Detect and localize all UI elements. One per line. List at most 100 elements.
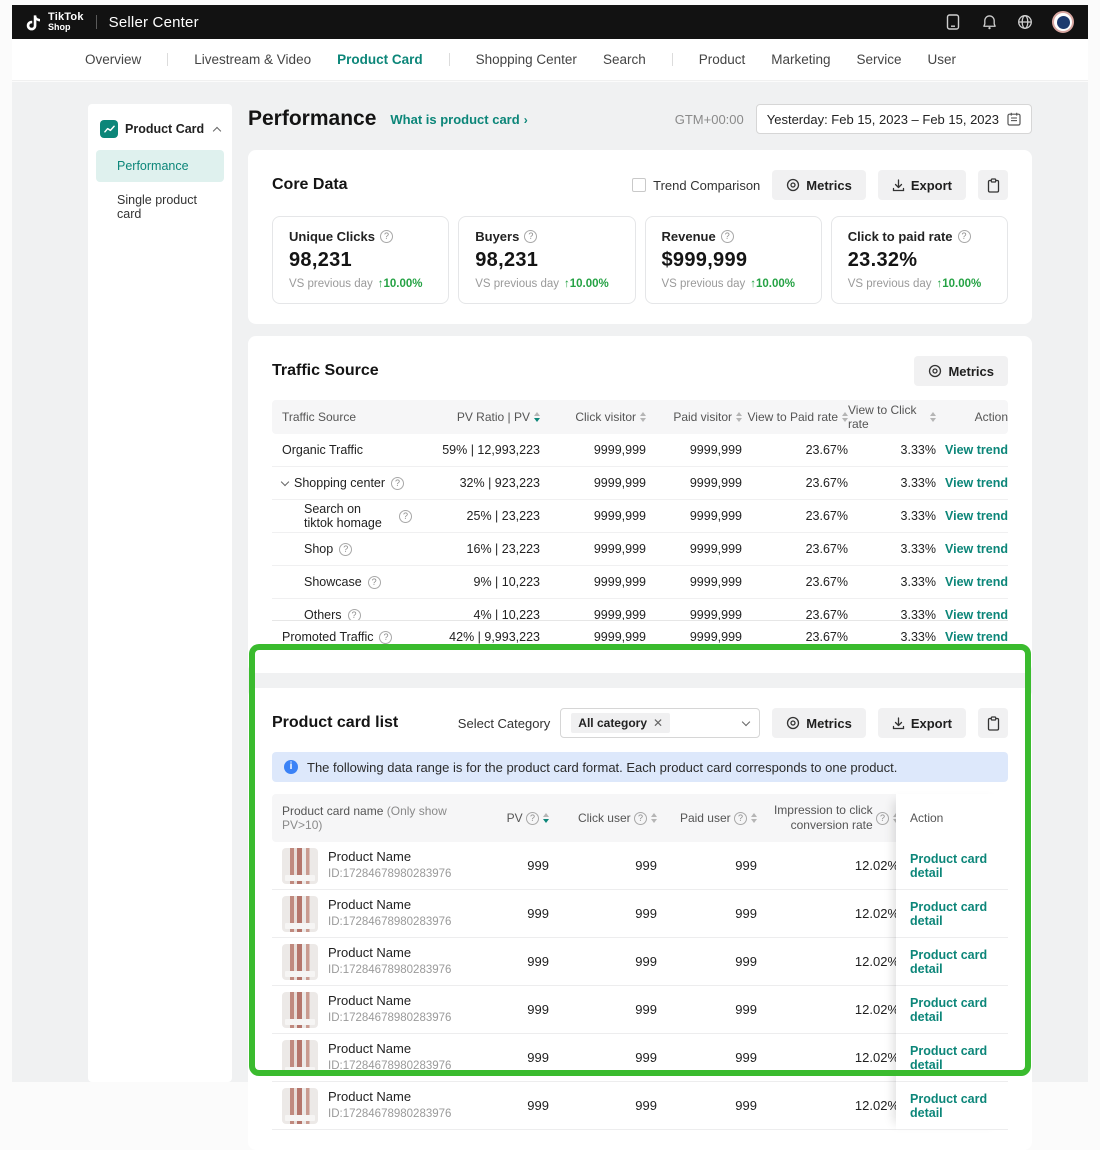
info-banner-text: The following data range is for the prod…: [307, 760, 897, 775]
product-card-detail-link[interactable]: Product card detail: [910, 948, 1008, 976]
info-icon: i: [284, 760, 298, 774]
column-pv[interactable]: PV ?: [487, 811, 549, 825]
view-trend-link[interactable]: View trend: [945, 575, 1008, 589]
sidebar-item-performance[interactable]: Performance: [96, 150, 224, 182]
info-banner: i The following data range is for the pr…: [272, 752, 1008, 782]
help-icon[interactable]: ?: [348, 609, 361, 621]
what-is-product-card-link[interactable]: What is product card›: [390, 112, 527, 127]
calendar-icon: [1007, 112, 1021, 126]
date-range-value: Yesterday: Feb 15, 2023 – Feb 15, 2023: [767, 112, 999, 127]
trend-comparison-checkbox[interactable]: Trend Comparison: [632, 178, 760, 193]
help-icon[interactable]: ?: [399, 510, 412, 523]
column-click-visitor[interactable]: Click visitor: [540, 410, 646, 424]
nav-product-card[interactable]: Product Card: [337, 52, 423, 67]
timezone-label: GTM+00:00: [675, 112, 744, 127]
nav-marketing[interactable]: Marketing: [771, 52, 830, 67]
help-icon[interactable]: ?: [958, 230, 971, 243]
mobile-app-icon[interactable]: [944, 13, 962, 31]
expand-chevron-icon[interactable]: [281, 478, 289, 486]
nav-user[interactable]: User: [928, 52, 957, 67]
nav-product[interactable]: Product: [699, 52, 746, 67]
chevron-down-icon: [742, 718, 750, 726]
select-category-label: Select Category: [458, 716, 551, 731]
core-data-section: Core Data Trend Comparison Metrics Ex: [248, 150, 1032, 324]
nav-livestream-video[interactable]: Livestream & Video: [194, 52, 311, 67]
view-trend-link[interactable]: View trend: [945, 630, 1008, 644]
main-content: Performance What is product card› GTM+00…: [248, 104, 1032, 1082]
table-row-promoted-traffic: Promoted Traffic? 42% | 9,993,223 9999,9…: [272, 620, 1008, 653]
view-trend-link[interactable]: View trend: [945, 542, 1008, 556]
traffic-source-title: Traffic Source: [272, 362, 379, 380]
nav-overview[interactable]: Overview: [85, 52, 141, 67]
copy-clipboard-button[interactable]: [978, 170, 1008, 200]
metrics-button[interactable]: Metrics: [772, 708, 866, 738]
category-select[interactable]: All category✕: [560, 708, 760, 738]
product-image: [282, 1040, 318, 1076]
help-icon[interactable]: ?: [634, 812, 647, 825]
help-icon[interactable]: ?: [524, 230, 537, 243]
column-impression-to-click[interactable]: Impression to clickconversion rate ?: [757, 803, 899, 833]
nav-service[interactable]: Service: [857, 52, 902, 67]
help-icon[interactable]: ?: [379, 631, 392, 644]
delta-up-value: ↑10.00%: [378, 278, 423, 290]
copy-clipboard-button[interactable]: [978, 708, 1008, 738]
help-icon[interactable]: ?: [721, 230, 734, 243]
product-image: [282, 848, 318, 884]
help-icon[interactable]: ?: [368, 576, 381, 589]
account-avatar[interactable]: [1052, 11, 1074, 33]
help-icon[interactable]: ?: [876, 812, 889, 825]
column-view-to-paid-rate[interactable]: View to Paid rate: [742, 410, 848, 424]
app-title: Seller Center: [109, 14, 199, 31]
export-button[interactable]: Export: [878, 708, 966, 738]
table-row: Organic Traffic 59% | 12,993,223 9999,99…: [272, 434, 1008, 467]
sidebar-section-product-card[interactable]: Product Card: [96, 118, 224, 150]
nav-divider: [672, 53, 673, 66]
sidebar-item-single-product-card[interactable]: Single product card: [96, 184, 224, 230]
delta-up-value: ↑10.00%: [937, 278, 982, 290]
column-paid-user[interactable]: Paid user ?: [657, 811, 757, 825]
nav-search[interactable]: Search: [603, 52, 646, 67]
date-range-picker[interactable]: Yesterday: Feb 15, 2023 – Feb 15, 2023: [756, 104, 1032, 134]
chevron-right-icon: ›: [524, 113, 528, 127]
help-icon[interactable]: ?: [734, 812, 747, 825]
metrics-button[interactable]: Metrics: [772, 170, 866, 200]
view-trend-link[interactable]: View trend: [945, 509, 1008, 523]
tiktok-shop-logo[interactable]: TikTok Shop: [26, 12, 84, 32]
checkbox-icon[interactable]: [632, 178, 646, 192]
metric-value: $999,999: [662, 249, 805, 272]
notification-bell-icon[interactable]: [980, 13, 998, 31]
sidebar: Product Card Performance Single product …: [88, 104, 232, 1082]
product-card-detail-link[interactable]: Product card detail: [910, 900, 1008, 928]
remove-chip-icon[interactable]: ✕: [653, 716, 663, 730]
language-globe-icon[interactable]: [1016, 13, 1034, 31]
help-icon[interactable]: ?: [391, 477, 404, 490]
metric-value: 98,231: [475, 249, 618, 272]
column-click-user[interactable]: Click user ?: [549, 811, 657, 825]
metric-card-unique-clicks: Unique Clicks? 98,231 VS previous day↑10…: [272, 216, 449, 304]
product-card-detail-link[interactable]: Product card detail: [910, 996, 1008, 1024]
page-title: Performance: [248, 107, 376, 131]
column-traffic-source: Traffic Source: [272, 410, 412, 424]
help-icon[interactable]: ?: [526, 812, 539, 825]
export-button[interactable]: Export: [878, 170, 966, 200]
column-paid-visitor[interactable]: Paid visitor: [646, 410, 742, 424]
category-chip: All category✕: [571, 713, 670, 733]
view-trend-link[interactable]: View trend: [945, 608, 1008, 620]
view-trend-link[interactable]: View trend: [945, 443, 1008, 457]
product-card-list-section: Product card list Select Category All ca…: [248, 688, 1032, 1150]
table-row: Shop? 16% | 23,223 9999,999 9999,999 23.…: [272, 533, 1008, 566]
product-card-detail-link[interactable]: Product card detail: [910, 852, 1008, 880]
page-body: Product Card Performance Single product …: [12, 82, 1088, 1082]
nav-shopping-center[interactable]: Shopping Center: [476, 52, 577, 67]
metrics-button[interactable]: Metrics: [914, 356, 1008, 386]
column-pv-ratio-pv[interactable]: PV Ratio | PV: [412, 410, 540, 424]
help-icon[interactable]: ?: [380, 230, 393, 243]
trend-comparison-label: Trend Comparison: [653, 178, 760, 193]
metric-card-buyers: Buyers? 98,231 VS previous day↑10.00%: [458, 216, 635, 304]
product-card-detail-link[interactable]: Product card detail: [910, 1044, 1008, 1072]
column-view-to-click-rate[interactable]: View to Click rate: [848, 403, 936, 431]
view-trend-link[interactable]: View trend: [945, 476, 1008, 490]
product-card-detail-link[interactable]: Product card detail: [910, 1092, 1008, 1120]
help-icon[interactable]: ?: [339, 543, 352, 556]
traffic-table-body[interactable]: Organic Traffic 59% | 12,993,223 9999,99…: [272, 434, 1008, 620]
